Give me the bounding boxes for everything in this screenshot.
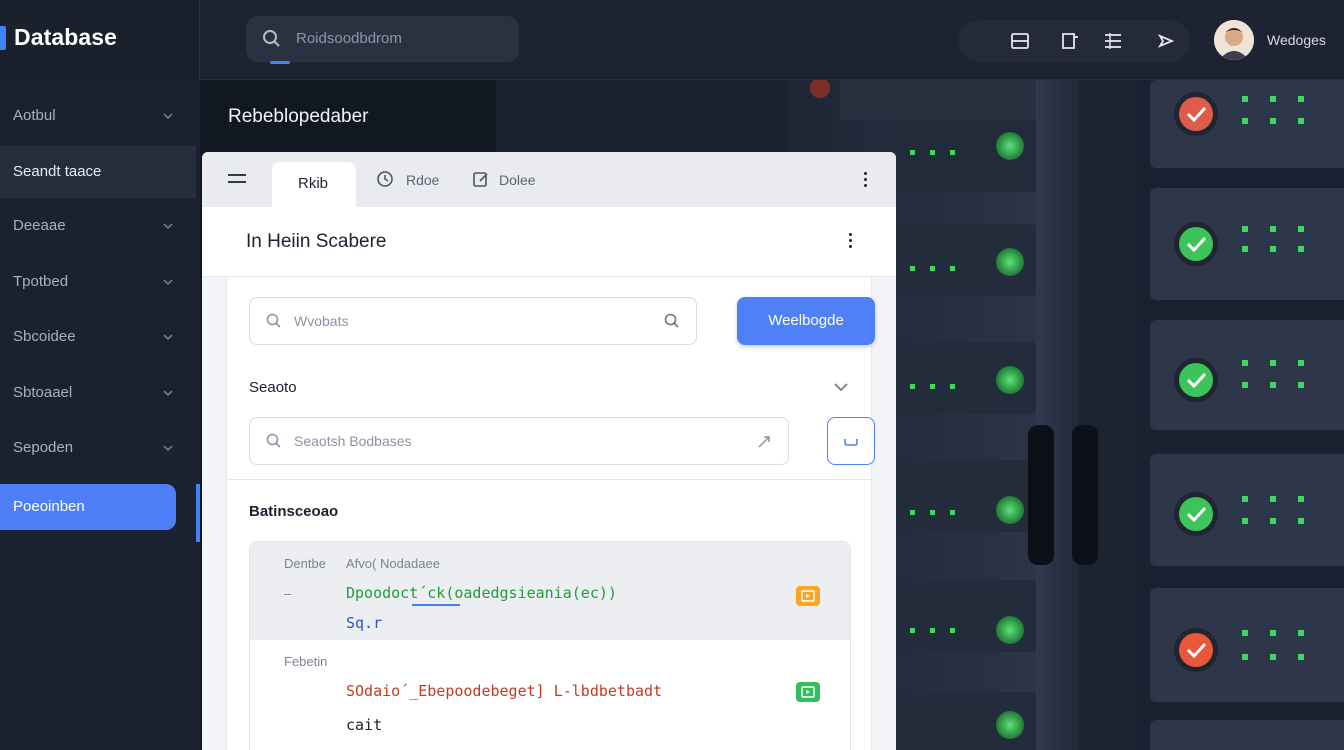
sidebar-scrollbar[interactable]	[196, 484, 200, 542]
chevron-down-icon	[163, 334, 173, 341]
user-portrait	[1214, 20, 1254, 60]
global-search-input[interactable]: Roidsoodbdrom	[246, 16, 519, 62]
user-name[interactable]: Wedoges	[1267, 32, 1326, 48]
search-icon	[263, 30, 280, 47]
panel-title: In Heiin Scabere	[246, 231, 387, 252]
sidebar-item-active[interactable]: Poeoinben	[0, 484, 176, 530]
section-search-placeholder: Seaotsh Bodbases	[294, 433, 412, 449]
code-highlight	[412, 604, 460, 606]
tab-bar: Rkib Rdoe Dolee	[202, 152, 896, 208]
menu-icon[interactable]	[228, 172, 246, 186]
code-gutter-mark: –	[284, 586, 292, 601]
sidebar-item-7[interactable]: Sepoden	[0, 422, 196, 474]
chevron-down-icon	[163, 390, 173, 397]
edit-icon	[473, 172, 488, 187]
chevron-down-icon	[163, 445, 173, 452]
search-placeholder: Roidsoodbdrom	[296, 30, 402, 47]
code-col1-header: Dentbe	[284, 556, 326, 571]
code-col2-header: Afvo( Nodadaee	[346, 556, 440, 571]
panel-body: Wvobats Weelbogde Seaoto Seaotsh Bodbase…	[226, 277, 875, 750]
chevron-down-icon	[163, 279, 173, 286]
tab-3[interactable]: Dolee	[499, 172, 536, 188]
section-search-input[interactable]: Seaotsh Bodbases	[249, 417, 789, 465]
clock-icon	[377, 171, 393, 187]
brand-area[interactable]: Database	[0, 0, 200, 80]
code-line: Sq.r	[346, 614, 383, 632]
sidebar-item-label: Sbcoidee	[13, 328, 76, 345]
warning-badge-icon[interactable]	[796, 586, 820, 606]
success-badge-icon[interactable]	[796, 682, 820, 702]
code-row2-header: Febetin	[284, 654, 328, 669]
sidebar-item-label: Sepoden	[13, 439, 74, 456]
sidebar-item-label: Deeaae	[13, 217, 66, 234]
window-icon[interactable]	[1010, 31, 1030, 51]
filter-input[interactable]: Wvobats	[249, 297, 697, 345]
panel-header: In Heiin Scabere	[202, 207, 896, 277]
code-line: Dpoodoct´ck(oadedgsieania(ec))	[346, 584, 617, 602]
list-icon[interactable]	[1103, 31, 1123, 51]
section-label: Seaoto	[249, 379, 297, 396]
sidebar-item-label: Poeoinben	[13, 498, 85, 515]
search-focus-indicator	[270, 61, 290, 64]
code-line: cait	[346, 716, 383, 734]
chevron-down-icon[interactable]	[833, 381, 849, 393]
play-icon	[801, 590, 815, 602]
sidebar-item-2[interactable]: Seandt taace	[0, 146, 196, 198]
sidebar-item-label: Tpotbed	[13, 273, 69, 290]
section-action-button[interactable]	[827, 417, 875, 465]
sidebar-item-label: Sbtoaael	[13, 384, 73, 401]
search-icon[interactable]	[664, 313, 680, 329]
tab-label: Rkib	[298, 175, 329, 192]
sidebar-item-3[interactable]: Deeaae	[0, 200, 196, 252]
brand-logo	[0, 26, 6, 50]
sidebar-item-4[interactable]: Tpotbed	[0, 256, 196, 308]
clear-icon	[844, 439, 858, 446]
panel-more-icon[interactable]	[849, 233, 853, 251]
results-label: Batinsceoao	[249, 503, 339, 520]
more-icon[interactable]	[864, 172, 868, 190]
divider	[227, 479, 873, 480]
sidebar-item-label: Seandt taace	[13, 163, 102, 180]
primary-button[interactable]: Weelbogde	[737, 297, 875, 345]
top-bar: Database Roidsoodbdrom Wedoges	[0, 0, 1344, 80]
sidebar: Aotbul Seandt taace Deeaae Tpotbed Sbcoi…	[0, 80, 200, 750]
tab-1[interactable]: Rkib	[272, 162, 356, 208]
avatar[interactable]	[1214, 20, 1254, 60]
sidebar-item-5[interactable]: Sbcoidee	[0, 311, 196, 363]
page-title: Rebeblopedaber	[228, 106, 369, 127]
play-icon	[801, 686, 815, 698]
sidebar-item-6[interactable]: Sbtoaael	[0, 367, 196, 419]
filter-placeholder: Wvobats	[294, 313, 349, 329]
search-icon	[266, 313, 281, 328]
sidebar-item-label: Aotbul	[13, 107, 56, 124]
crop-icon[interactable]	[1060, 31, 1080, 51]
app-window: Database Roidsoodbdrom Wedoges Aotbul Se…	[0, 0, 1344, 750]
search-icon	[266, 433, 281, 448]
code-line: SOdaio´_Ebepoodebeget] L-lbdbetbadt	[346, 682, 663, 700]
sidebar-item-1[interactable]: Aotbul	[0, 90, 196, 142]
expand-icon[interactable]	[756, 434, 772, 450]
send-icon[interactable]	[1156, 31, 1176, 51]
chevron-down-icon	[163, 113, 173, 120]
main-panel: Rkib Rdoe Dolee In Heiin Scabere Wvobats…	[202, 152, 896, 750]
app-title: Database	[14, 24, 118, 50]
tab-2[interactable]: Rdoe	[406, 172, 439, 188]
code-card: Dentbe Afvo( Nodadaee – Dpoodoct´ck(oade…	[249, 541, 851, 750]
chevron-down-icon	[163, 223, 173, 230]
